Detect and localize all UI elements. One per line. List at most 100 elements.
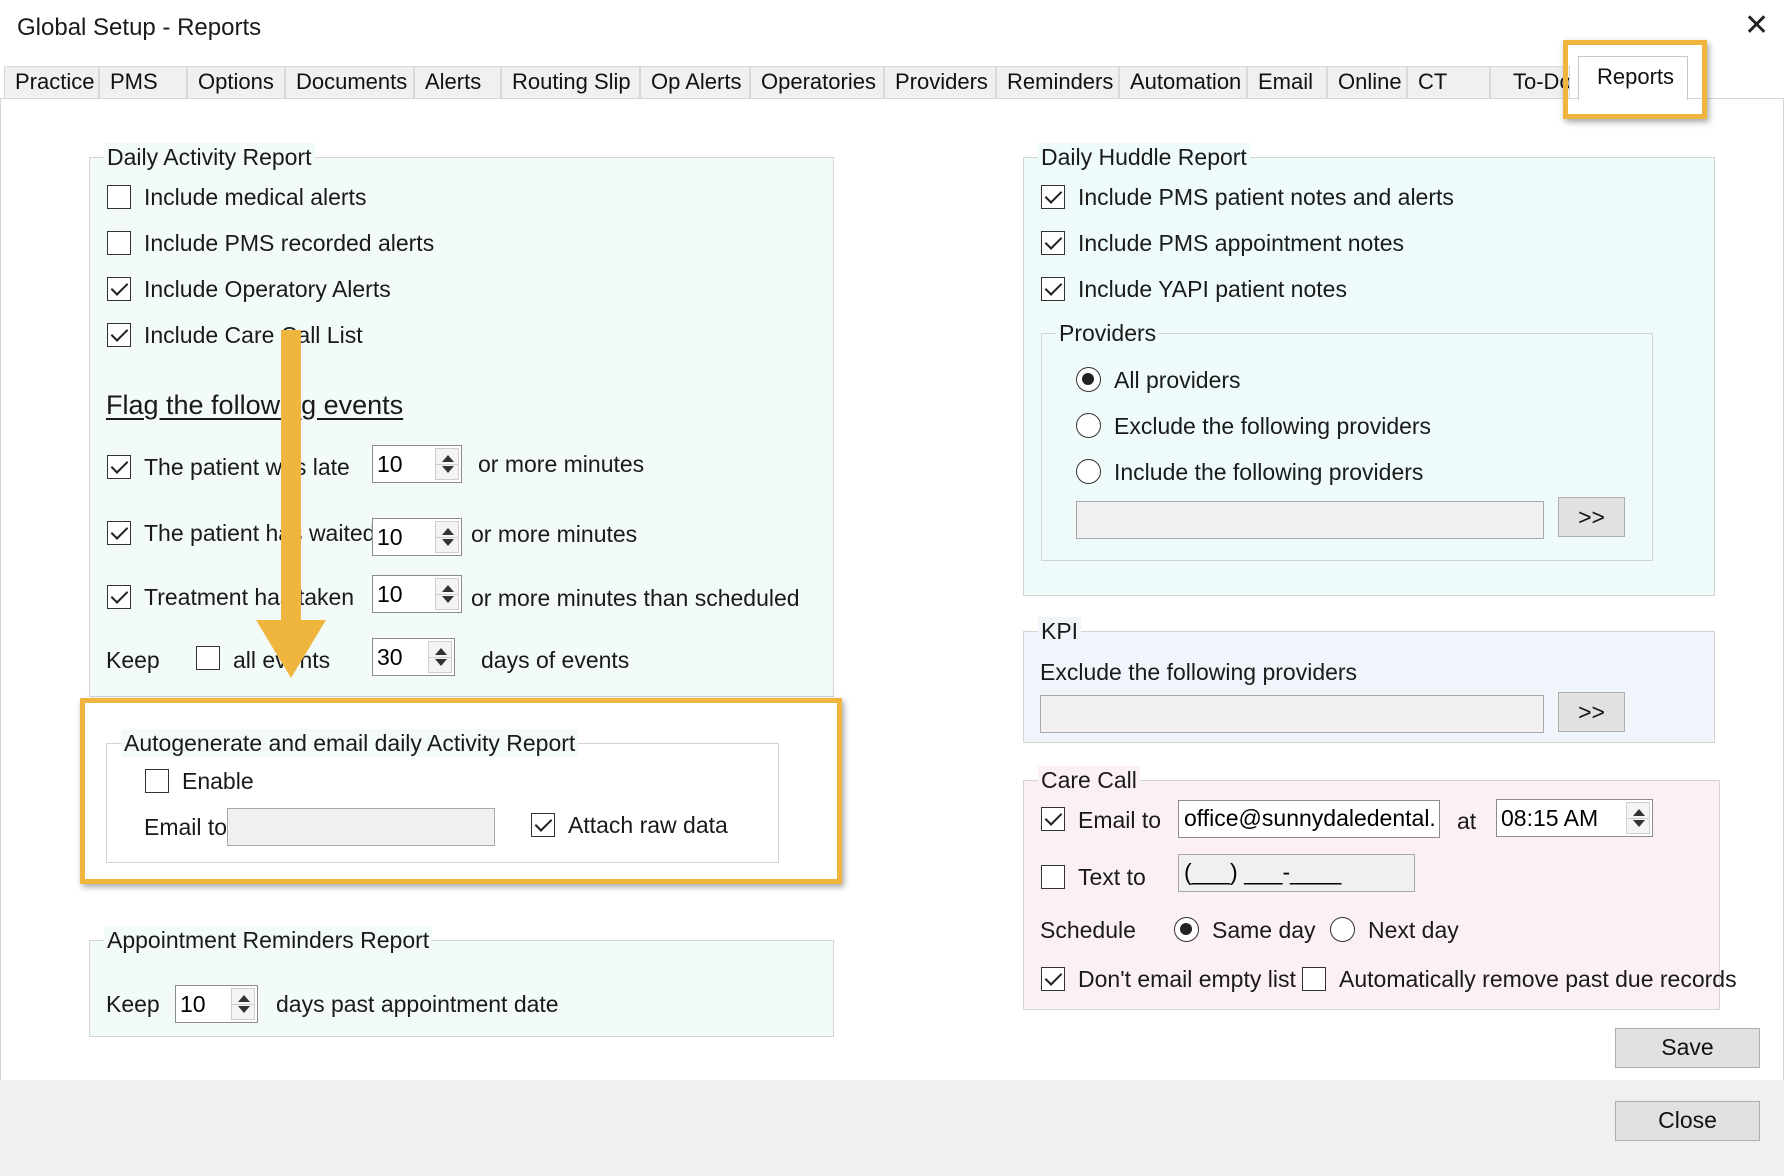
tab-documents[interactable]: Documents	[285, 66, 414, 99]
attach-raw-data-checkbox[interactable]	[531, 813, 555, 837]
exclude-providers-radio[interactable]	[1076, 413, 1101, 438]
flag-events-heading: Flag the following events	[106, 390, 404, 420]
tab-automation[interactable]: Automation	[1119, 66, 1247, 99]
tab-pms[interactable]: PMS	[99, 66, 187, 99]
care-call-email-checkbox[interactable]	[1041, 807, 1065, 831]
care-call-email-value: office@sunnydaledental.com	[1184, 805, 1435, 831]
stepper-arrows-icon[interactable]	[435, 521, 459, 553]
include-care-call-list-label: Include Care Call List	[144, 322, 363, 348]
kpi-providers-field[interactable]	[1040, 695, 1544, 733]
close-button[interactable]: Close	[1615, 1101, 1760, 1141]
care-call-at-label: at	[1457, 808, 1477, 834]
dont-email-empty-label: Don't email empty list	[1078, 966, 1296, 992]
daily-huddle-legend: Daily Huddle Report	[1038, 143, 1250, 171]
treatment-taken-suffix: or more minutes than scheduled	[471, 585, 800, 611]
care-call-phone-field[interactable]: (___) ___-____	[1178, 854, 1415, 892]
care-call-text-checkbox[interactable]	[1041, 865, 1065, 889]
tab-strip: Practice PMS Options Documents Alerts Ro…	[0, 56, 1784, 100]
save-button[interactable]: Save	[1615, 1028, 1760, 1068]
annotation-arrow-shaft	[281, 330, 301, 630]
schedule-next-day-radio[interactable]	[1330, 917, 1355, 942]
huddle-pms-notes-alerts-checkbox[interactable]	[1041, 185, 1065, 209]
care-call-time-picker[interactable]: 08:15 AM	[1496, 799, 1653, 837]
patient-waited-checkbox[interactable]	[107, 521, 131, 545]
include-medical-alerts-checkbox[interactable]	[107, 185, 131, 209]
kpi-providers-picker-button[interactable]: >>	[1558, 692, 1625, 732]
tab-online[interactable]: Online	[1327, 66, 1407, 99]
tab-op-alerts[interactable]: Op Alerts	[640, 66, 750, 99]
kpi-legend: KPI	[1038, 617, 1082, 645]
tab-options[interactable]: Options	[187, 66, 285, 99]
tab-reports[interactable]: Reports	[1578, 56, 1688, 100]
huddle-pms-appointment-notes-label: Include PMS appointment notes	[1078, 230, 1405, 256]
close-window-icon[interactable]: ✕	[1744, 11, 1769, 41]
tab-routing-slip[interactable]: Routing Slip	[501, 66, 640, 99]
keep-days-stepper[interactable]: 30	[372, 638, 455, 676]
include-pms-alerts-label: Include PMS recorded alerts	[144, 230, 435, 256]
care-call-email-field[interactable]: office@sunnydaledental.com	[1178, 800, 1440, 838]
schedule-same-day-radio[interactable]	[1174, 917, 1199, 942]
huddle-providers-field[interactable]	[1076, 501, 1544, 539]
daily-activity-legend: Daily Activity Report	[104, 143, 315, 171]
global-setup-window: Global Setup - Reports ✕ Practice PMS Op…	[0, 0, 1784, 1176]
keep-days-value: 30	[377, 644, 403, 670]
treatment-taken-minutes-value: 10	[377, 581, 403, 607]
patient-late-checkbox[interactable]	[107, 455, 131, 479]
tab-ct[interactable]: CT	[1407, 66, 1490, 99]
include-providers-label: Include the following providers	[1114, 459, 1424, 485]
tab-providers[interactable]: Providers	[884, 66, 996, 99]
patient-waited-minutes-stepper[interactable]: 10	[372, 518, 462, 556]
patient-late-minutes-value: 10	[377, 451, 403, 477]
reminders-keep-label: Keep	[106, 991, 160, 1017]
include-medical-alerts-label: Include medical alerts	[144, 184, 367, 210]
keep-label: Keep	[106, 647, 160, 673]
huddle-pms-notes-alerts-label: Include PMS patient notes and alerts	[1078, 184, 1454, 210]
patient-late-label: The patient was late	[144, 454, 350, 480]
attach-raw-data-label: Attach raw data	[568, 812, 728, 838]
huddle-yapi-notes-label: Include YAPI patient notes	[1078, 276, 1347, 302]
stepper-arrows-icon[interactable]	[428, 641, 452, 673]
include-providers-radio[interactable]	[1076, 459, 1101, 484]
stepper-arrows-icon[interactable]	[435, 578, 459, 610]
all-providers-radio[interactable]	[1076, 367, 1101, 392]
tab-alerts[interactable]: Alerts	[414, 66, 501, 99]
autogenerate-email-field[interactable]	[227, 808, 495, 846]
patient-waited-minutes-value: 10	[377, 524, 403, 550]
treatment-taken-minutes-stepper[interactable]: 10	[372, 575, 462, 613]
keep-days-suffix: days of events	[481, 647, 630, 673]
autogenerate-enable-label: Enable	[182, 768, 254, 794]
include-pms-alerts-checkbox[interactable]	[107, 231, 131, 255]
include-operatory-alerts-label: Include Operatory Alerts	[144, 276, 391, 302]
window-title: Global Setup - Reports	[17, 14, 262, 41]
treatment-taken-label: Treatment has taken	[144, 584, 355, 610]
tab-email[interactable]: Email	[1247, 66, 1327, 99]
care-call-time-value: 08:15 AM	[1501, 805, 1599, 831]
reminders-keep-days-value: 10	[180, 991, 206, 1017]
huddle-pms-appointment-notes-checkbox[interactable]	[1041, 231, 1065, 255]
huddle-providers-picker-button[interactable]: >>	[1558, 497, 1625, 537]
patient-late-minutes-stepper[interactable]: 10	[372, 445, 462, 483]
stepper-arrows-icon[interactable]	[435, 448, 459, 480]
tab-reminders[interactable]: Reminders	[996, 66, 1119, 99]
include-care-call-list-checkbox[interactable]	[107, 323, 131, 347]
patient-waited-suffix: or more minutes	[471, 521, 638, 547]
treatment-taken-checkbox[interactable]	[107, 585, 131, 609]
keep-all-events-checkbox[interactable]	[196, 646, 220, 670]
schedule-next-day-label: Next day	[1368, 917, 1459, 943]
tab-to-do[interactable]: To-Do	[1490, 66, 1570, 99]
reminders-keep-days-stepper[interactable]: 10	[175, 985, 258, 1023]
annotation-arrow-icon	[256, 620, 326, 678]
kpi-exclude-label: Exclude the following providers	[1040, 659, 1358, 685]
autogenerate-email-label: Email to	[144, 814, 228, 840]
stepper-arrows-icon[interactable]	[231, 988, 255, 1020]
autogenerate-enable-checkbox[interactable]	[145, 769, 169, 793]
care-call-legend: Care Call	[1038, 766, 1140, 794]
tab-practice[interactable]: Practice	[4, 66, 99, 99]
huddle-yapi-notes-checkbox[interactable]	[1041, 277, 1065, 301]
exclude-providers-label: Exclude the following providers	[1114, 413, 1432, 439]
auto-remove-past-due-checkbox[interactable]	[1302, 967, 1326, 991]
stepper-arrows-icon[interactable]	[1626, 802, 1650, 834]
include-operatory-alerts-checkbox[interactable]	[107, 277, 131, 301]
tab-operatories[interactable]: Operatories	[750, 66, 884, 99]
dont-email-empty-checkbox[interactable]	[1041, 967, 1065, 991]
